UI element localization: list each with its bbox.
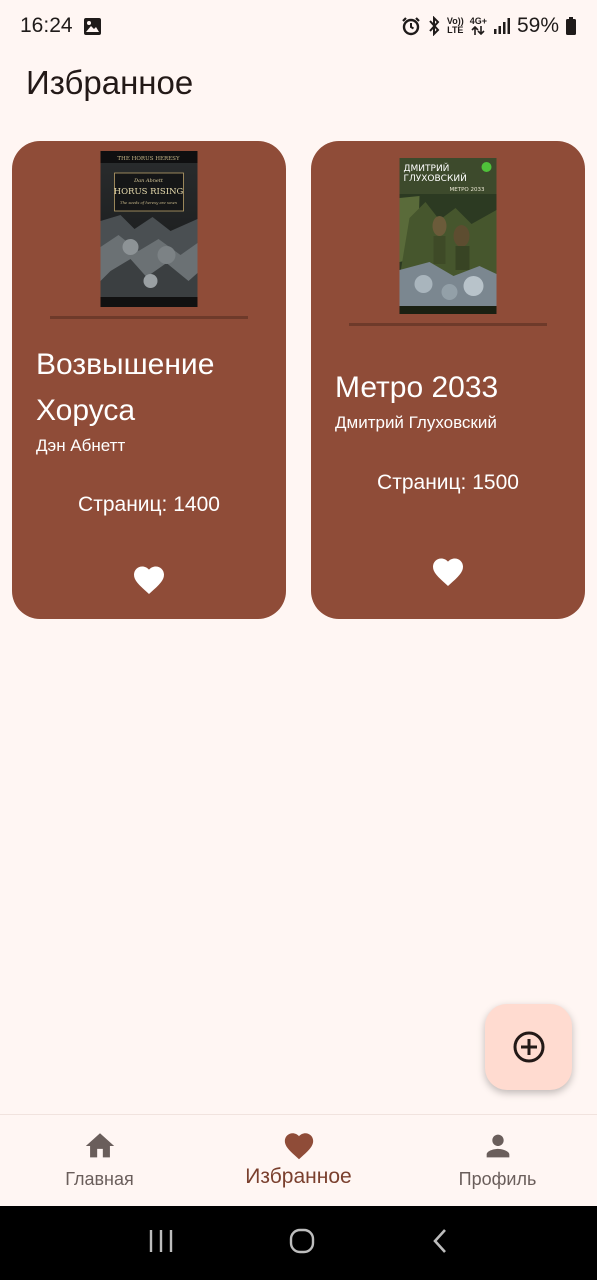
book-cover-image: ДМИТРИЙ ГЛУХОВСКИЙ МЕТРО 2033 (399, 158, 497, 314)
nav-label-home: Главная (65, 1169, 134, 1189)
cover-author-line1: ДМИТРИЙ (404, 162, 450, 174)
nav-item-favorites[interactable]: Избранное (199, 1115, 398, 1206)
back-chevron-icon (433, 1228, 447, 1253)
recents-button[interactable] (147, 1228, 175, 1259)
person-icon (486, 1134, 509, 1158)
nav-item-home[interactable]: Главная (0, 1115, 199, 1206)
book-cover-image: THE HORUS HERESY Dan Abnett HORUS RISING… (100, 151, 198, 307)
status-right: Vo)) LTE 4G+ 59% (401, 14, 577, 38)
gallery-notification-icon (83, 17, 102, 36)
cover-series-text: THE HORUS HERESY (117, 156, 180, 162)
alarm-icon (401, 16, 421, 36)
book-author: Дэн Абнетт (36, 436, 126, 455)
bottom-navigation: Главная Избранное Профиль (0, 1114, 597, 1206)
favorite-button[interactable] (430, 554, 466, 590)
cover-tagline-text: The seeds of heresy are sown (120, 200, 177, 205)
lte-label: LTE (447, 25, 464, 35)
cover-author-text: Dan Abnett (133, 178, 164, 184)
book-title: Возвышение Хоруса (36, 348, 215, 427)
heart-icon (284, 1133, 313, 1160)
home-icon (85, 1133, 114, 1158)
nav-label-favorites: Избранное (245, 1165, 352, 1188)
back-button[interactable] (430, 1227, 450, 1260)
book-card[interactable]: THE HORUS HERESY Dan Abnett HORUS RISING… (12, 141, 286, 619)
signal-icon (493, 17, 511, 35)
page-title: Избранное (26, 64, 194, 101)
add-book-button[interactable] (485, 1004, 572, 1090)
heart-icon (134, 566, 164, 595)
heart-icon (433, 558, 463, 587)
status-left: 16:24 (20, 14, 102, 38)
cover-title-text: HORUS RISING (114, 187, 184, 197)
cover-author-line2: ГЛУХОВСКИЙ (404, 172, 467, 184)
nav-label-profile: Профиль (458, 1169, 537, 1189)
status-bar: 16:24 Vo)) LTE 4G+ 59% (0, 0, 597, 52)
add-circle-icon (513, 1031, 544, 1063)
favorite-button[interactable] (131, 562, 167, 598)
recents-icon (149, 1229, 173, 1252)
data-arrows-icon (471, 26, 485, 35)
book-pages: Страниц: 1500 (377, 471, 519, 494)
book-card[interactable]: ДМИТРИЙ ГЛУХОВСКИЙ МЕТРО 2033 Метро 2033… (311, 141, 585, 619)
cover-title-text: МЕТРО 2033 (450, 187, 485, 193)
data-label: 4G+ (469, 16, 487, 26)
book-pages: Страниц: 1400 (78, 493, 220, 516)
status-time: 16:24 (20, 14, 73, 37)
system-navigation-bar (0, 1206, 597, 1280)
card-divider (50, 316, 248, 319)
card-divider (349, 323, 547, 326)
screen: 16:24 Vo)) LTE 4G+ 59% Избранное THE HOR… (0, 0, 597, 1280)
nav-item-profile[interactable]: Профиль (398, 1115, 597, 1206)
book-title: Метро 2033 (335, 371, 499, 404)
volte-indicator: Vo)) LTE (447, 17, 464, 35)
home-circle-icon (290, 1228, 315, 1253)
book-author: Дмитрий Глуховский (335, 413, 497, 432)
battery-icon (565, 16, 577, 36)
bluetooth-icon (427, 16, 441, 36)
home-system-button[interactable] (288, 1227, 316, 1260)
data-indicator: 4G+ (470, 17, 487, 35)
battery-percent: 59% (516, 14, 559, 37)
